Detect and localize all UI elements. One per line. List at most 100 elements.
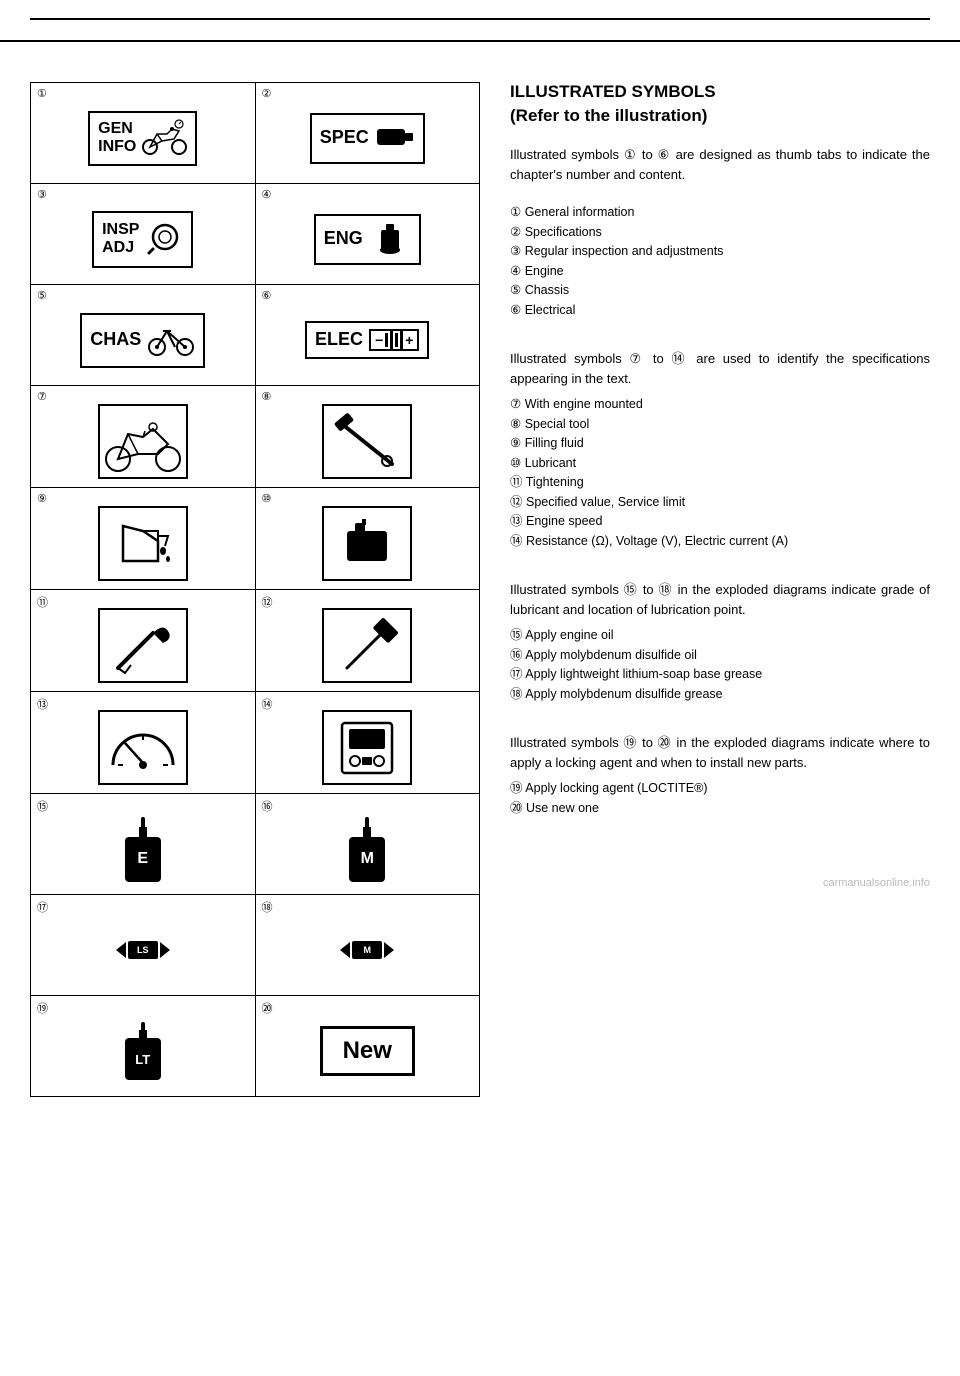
n19-num: ⑲ xyxy=(510,781,525,795)
l15-num: ⑮ xyxy=(510,628,525,642)
ch1-desc: General information xyxy=(525,205,635,219)
cell-2: ② SPEC xyxy=(256,83,480,183)
chapter-item-1: ① General information xyxy=(510,204,930,222)
oil-nozzle xyxy=(139,827,147,837)
icon-10 xyxy=(322,506,412,581)
oil-label-e: E xyxy=(125,837,161,882)
s8-num: ⑧ xyxy=(510,417,525,431)
arrow-left xyxy=(116,942,126,958)
l16-desc: Apply molybdenum disulfide oil xyxy=(525,648,697,662)
moly-grease-icon: M xyxy=(340,941,394,959)
battery-minus: − xyxy=(375,332,383,348)
moly-oil-icon: M xyxy=(349,817,385,882)
chapter-item-3: ③ Regular inspection and adjustments xyxy=(510,243,930,261)
l17-num: ⑰ xyxy=(510,667,525,681)
cell-11: ⑪ xyxy=(31,590,256,691)
cell-content-13 xyxy=(39,710,247,785)
cell-content-9 xyxy=(39,506,247,581)
s12-num: ⑫ xyxy=(510,495,526,509)
cell-1: ① GENINFO xyxy=(31,83,256,183)
intro-text: Illustrated symbols ① to ⑥ are designed … xyxy=(510,145,930,184)
insp-label: INSPADJ xyxy=(102,221,139,256)
cell-content-14 xyxy=(264,710,472,785)
arrow-right-2 xyxy=(384,942,394,958)
grid-row-10: ⑲ LT ⑳ New xyxy=(31,996,479,1096)
section4-text: Illustrated symbols ⑲ to ⑳ in the explod… xyxy=(510,733,930,772)
lube-item-18: ⑱ Apply molybdenum disulfide grease xyxy=(510,686,930,704)
s7-desc: With engine mounted xyxy=(525,397,643,411)
section3: Illustrated symbols ⑮ to ⑱ in the explod… xyxy=(510,580,930,703)
insp-box: INSPADJ xyxy=(92,211,193,268)
s9-desc: Filling fluid xyxy=(525,436,584,450)
cell-content-20: New xyxy=(264,1014,472,1088)
n20-num: ⑳ xyxy=(510,801,526,815)
oil-nozzle-top xyxy=(141,817,145,827)
moly-label-m: M xyxy=(349,837,385,882)
m-label: M xyxy=(352,941,382,959)
cell-number-19: ⑲ xyxy=(37,1000,48,1016)
chapter-item-6: ⑥ Electrical xyxy=(510,302,930,320)
ch5-num: ⑤ xyxy=(510,283,525,297)
engine-oil-icon: E xyxy=(125,817,161,882)
watermark: carmanualsonline.info xyxy=(510,877,930,889)
cell-number-3: ③ xyxy=(37,188,47,201)
s10-desc: Lubricant xyxy=(525,456,576,470)
spec-item-10: ⑩ Lubricant xyxy=(510,455,930,473)
l18-desc: Apply molybdenum disulfide grease xyxy=(525,687,722,701)
page-title: ILLUSTRATED SYMBOLS xyxy=(510,82,930,102)
cell-number-9: ⑨ xyxy=(37,492,47,505)
specs-list: ⑦ With engine mounted ⑧ Special tool ⑨ F… xyxy=(510,396,930,550)
icon-7 xyxy=(98,404,188,479)
grid-row-3: ⑤ CHAS xyxy=(31,285,479,386)
icon-14 xyxy=(322,710,412,785)
filling-fluid-icon xyxy=(103,511,183,576)
ls-label: LS xyxy=(128,941,158,959)
cell-content-17: LS xyxy=(39,913,247,987)
grid-row-7: ⑬ ⑭ xyxy=(31,692,479,794)
grid-row-4: ⑦ ⑧ xyxy=(31,386,479,488)
watermark-text: carmanualsonline.info xyxy=(823,877,930,889)
chapter-list: ① General information ② Specifications ③… xyxy=(510,204,930,319)
battery-plus: + xyxy=(405,332,413,348)
ch5-desc: Chassis xyxy=(525,283,569,297)
lube-item-17: ⑰ Apply lightweight lithium-soap base gr… xyxy=(510,666,930,684)
lube-item-15: ⑮ Apply engine oil xyxy=(510,627,930,645)
lubricant-icon xyxy=(327,511,407,576)
cell-9: ⑨ xyxy=(31,488,256,589)
service-limit-icon xyxy=(327,613,407,678)
battery-bar-1 xyxy=(385,333,388,347)
section2: Illustrated symbols ⑦ to ⑭ are used to i… xyxy=(510,349,930,550)
symbol-grid: ① GENINFO xyxy=(30,82,480,1097)
cell-content-15: E xyxy=(39,812,247,886)
section4: Illustrated symbols ⑲ to ⑳ in the explod… xyxy=(510,733,930,817)
eng-box: ENG xyxy=(314,214,421,265)
chas-label: CHAS xyxy=(90,330,141,350)
cell-content-8 xyxy=(264,404,472,479)
cell-content-19: LT xyxy=(39,1014,247,1088)
new-items-list: ⑲ Apply locking agent (LOCTITE®) ⑳ Use n… xyxy=(510,780,930,817)
cell-number-18: ⑱ xyxy=(262,899,273,915)
cell-10: ⑩ xyxy=(256,488,480,589)
resistance-voltage-icon xyxy=(327,715,407,780)
cell-number-15: ⑮ xyxy=(37,798,48,814)
cell-number-1: ① xyxy=(37,87,47,100)
s14-desc: Resistance (Ω), Voltage (V), Electric cu… xyxy=(526,534,788,548)
s12-desc: Specified value, Service limit xyxy=(526,495,685,509)
spec-item-7: ⑦ With engine mounted xyxy=(510,396,930,414)
insp-icon xyxy=(145,219,183,260)
chas-box: CHAS xyxy=(80,313,205,368)
cell-15: ⑮ E xyxy=(31,794,256,894)
battery-bar-3 xyxy=(395,333,398,347)
cell-number-16: ⑯ xyxy=(262,798,273,814)
cell-19: ⑲ LT xyxy=(31,996,256,1096)
s11-num: ⑪ xyxy=(510,475,526,489)
cell-content-12 xyxy=(264,608,472,683)
gen-info-icon xyxy=(142,119,187,158)
section2-text: Illustrated symbols ⑦ to ⑭ are used to i… xyxy=(510,349,930,388)
cell-content-10 xyxy=(264,506,472,581)
cell-number-2: ② xyxy=(262,87,272,100)
cell-content-18: M xyxy=(264,913,472,987)
icon-9 xyxy=(98,506,188,581)
lube-item-16: ⑯ Apply molybdenum disulfide oil xyxy=(510,647,930,665)
ch2-num: ② xyxy=(510,225,525,239)
